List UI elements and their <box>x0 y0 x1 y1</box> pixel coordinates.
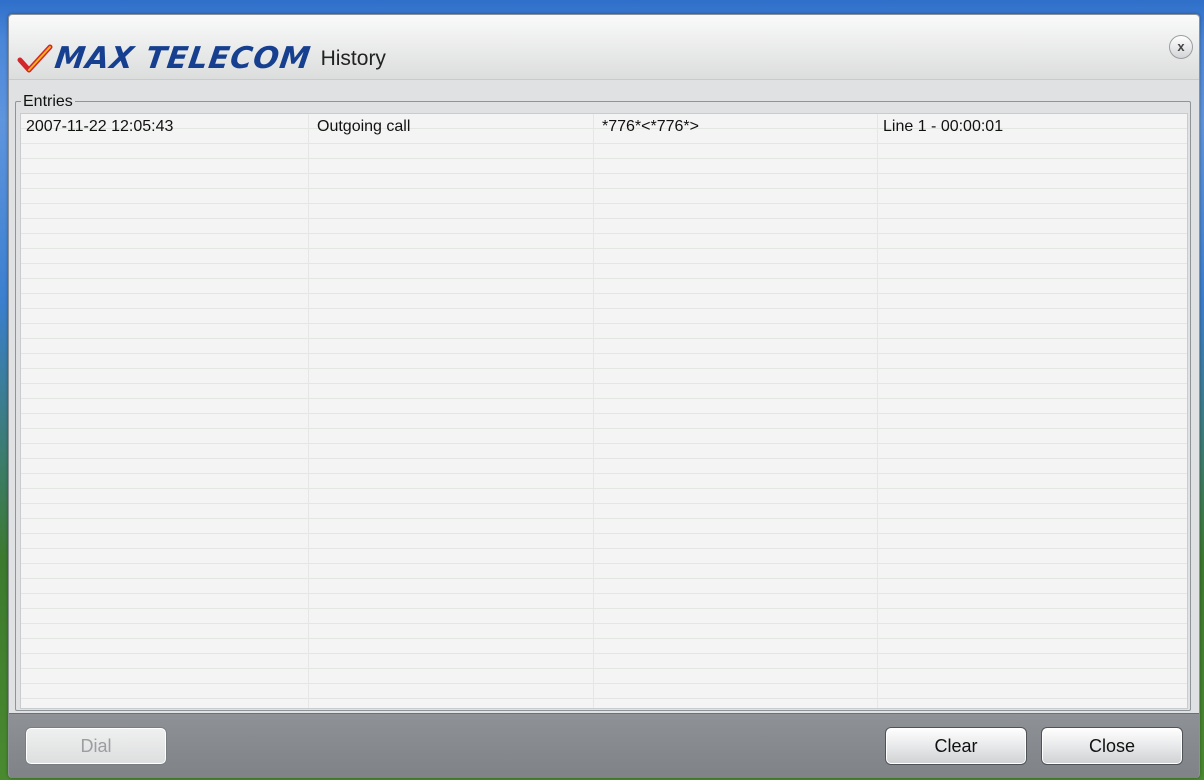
entries-group: Entries 2007-11-22 12:05:43 Outgoing cal… <box>15 91 1191 711</box>
entries-label: Entries <box>21 93 75 111</box>
table-row[interactable]: 2007-11-22 12:05:43 Outgoing call *776*<… <box>21 114 1187 140</box>
history-table[interactable]: 2007-11-22 12:05:43 Outgoing call *776*<… <box>20 113 1188 709</box>
button-bar: Dial Clear Close <box>9 713 1199 778</box>
entry-datetime: 2007-11-22 12:05:43 <box>26 118 174 135</box>
brand-logo: MAX TELECOM History <box>17 39 386 79</box>
close-window-icon[interactable]: x <box>1169 35 1193 59</box>
close-button[interactable]: Close <box>1041 727 1183 765</box>
title-bar[interactable]: MAX TELECOM History x <box>9 15 1199 80</box>
entry-type: Outgoing call <box>317 118 411 135</box>
column-divider <box>308 114 309 708</box>
entry-number: *776*<*776*> <box>602 118 699 135</box>
window-title: History <box>320 47 386 70</box>
dial-button[interactable]: Dial <box>25 727 167 765</box>
column-divider <box>877 114 878 708</box>
entry-line-duration: Line 1 - 00:00:01 <box>883 118 1004 135</box>
history-window: MAX TELECOM History x Entries 2007-11-22… <box>8 14 1200 778</box>
checkmark-icon <box>17 44 53 73</box>
brand-name: MAX TELECOM <box>52 41 314 76</box>
clear-button[interactable]: Clear <box>885 727 1027 765</box>
column-divider <box>593 114 594 708</box>
